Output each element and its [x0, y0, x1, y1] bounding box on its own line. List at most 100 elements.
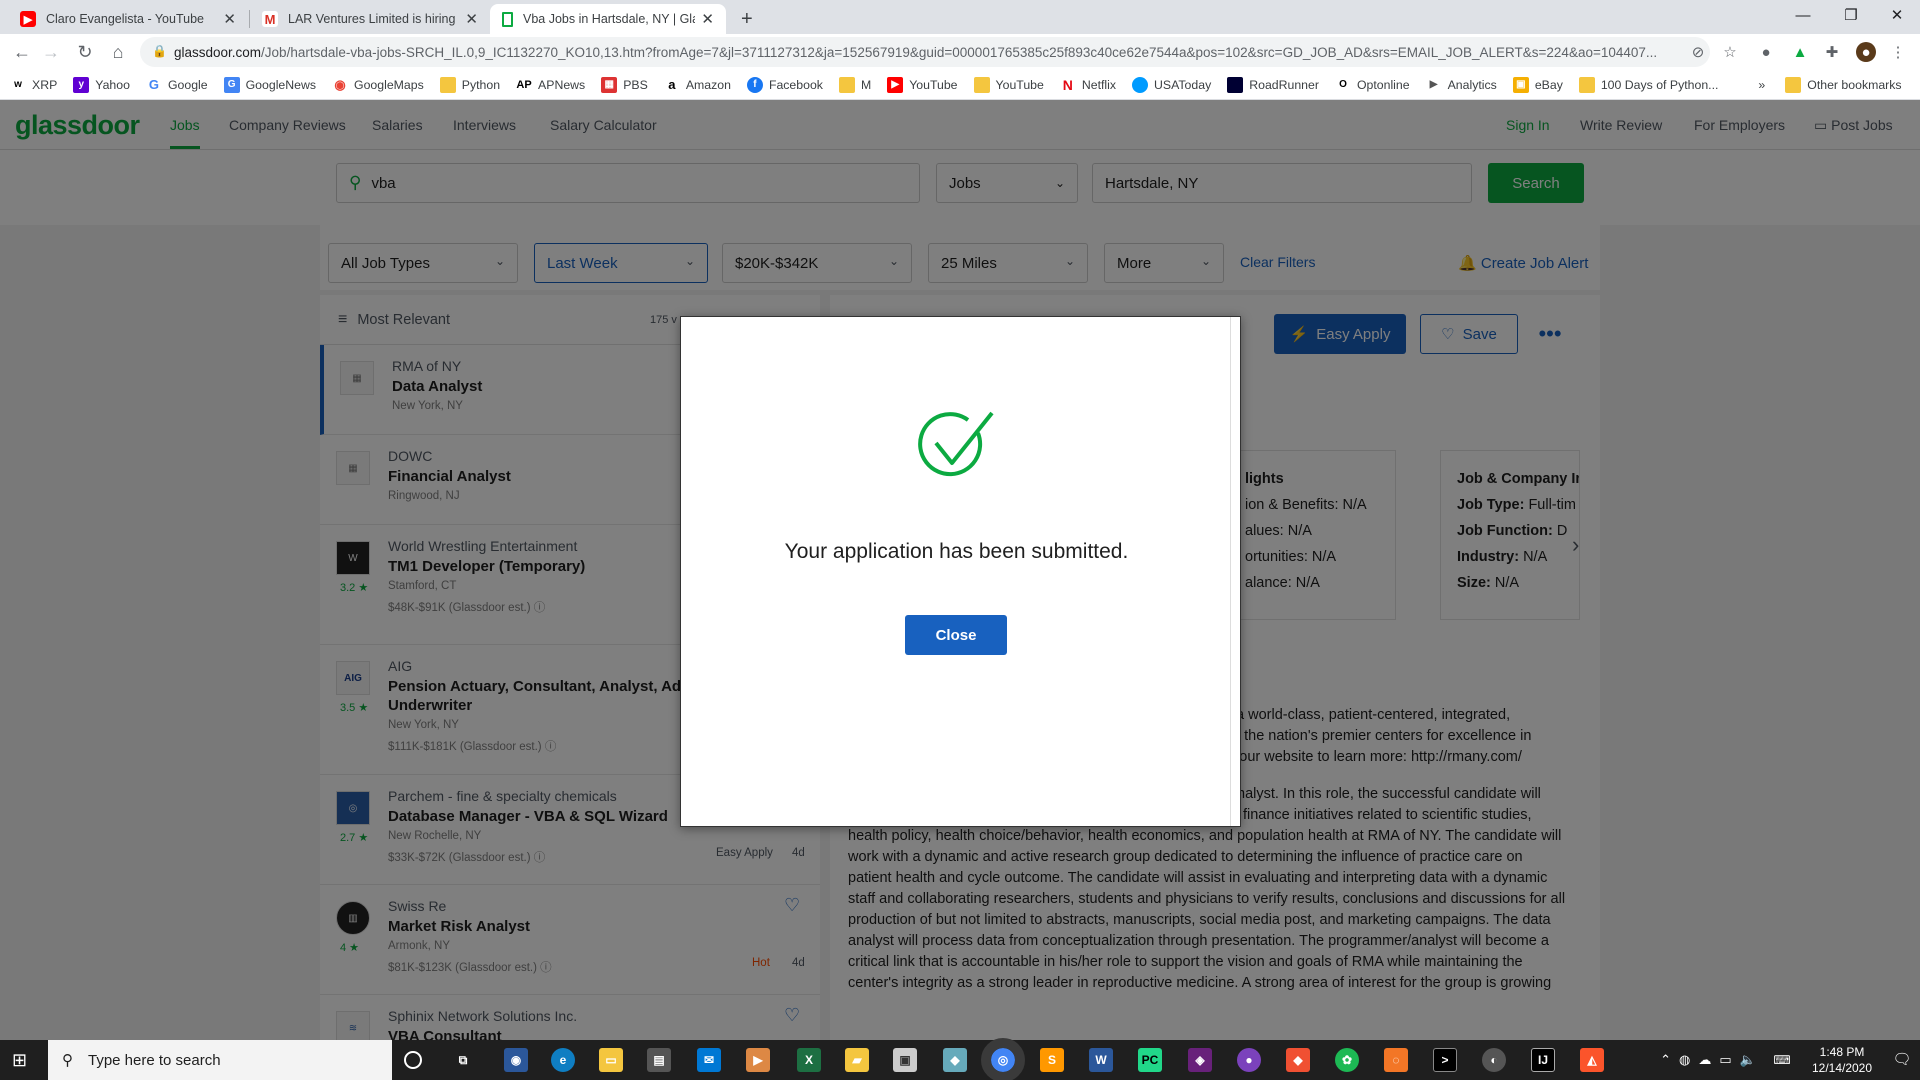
cortana-icon[interactable] [404, 1051, 422, 1069]
app-icon[interactable]: ✿ [1335, 1048, 1359, 1072]
bookmark-xrp[interactable]: w XRP [10, 77, 57, 93]
folder-icon [439, 76, 456, 93]
bookmarks-overflow[interactable]: » [1758, 78, 1765, 92]
bookmark-optonline[interactable]: O Optonline [1335, 77, 1410, 93]
notifications-icon[interactable]: 🗨 [1884, 1040, 1920, 1080]
sticky-notes-icon[interactable]: ▰ [845, 1048, 869, 1072]
chrome-icon[interactable]: ◎ [981, 1038, 1025, 1080]
glassdoor-icon [502, 11, 513, 27]
terminal-icon[interactable]: > [1433, 1048, 1457, 1072]
edge-icon[interactable]: e [551, 1048, 575, 1072]
profile-avatar[interactable]: ● [1856, 42, 1876, 62]
app-icon[interactable]: ▣ [893, 1048, 917, 1072]
folder-icon [973, 76, 990, 93]
app-icon[interactable]: ◆ [943, 1048, 967, 1072]
url-domain: glassdoor.com [174, 44, 262, 60]
git-icon[interactable]: ◆ [1286, 1048, 1310, 1072]
bookmark-100days[interactable]: 100 Days of Python... [1578, 76, 1718, 93]
puzzle-icon[interactable]: ✚ [1822, 42, 1842, 62]
bookmark-netflix[interactable]: N Netflix [1060, 77, 1116, 93]
app-icon[interactable]: ● [1237, 1048, 1261, 1072]
menu-icon[interactable]: ⋮ [1888, 42, 1908, 62]
tab-title: LAR Ventures Limited is hiring in [288, 12, 460, 26]
taskbar-search-input[interactable]: ⚲ Type here to search [48, 1040, 392, 1080]
store-icon[interactable]: ▤ [647, 1048, 671, 1072]
folder-icon [1578, 76, 1595, 93]
folder-icon [1785, 76, 1802, 93]
bookmark-roadrunner[interactable]: RoadRunner [1227, 76, 1319, 93]
youtube-icon: ▶ [20, 11, 36, 27]
tab-title: Vba Jobs in Hartsdale, NY | Glass [523, 12, 696, 26]
bookmark-googlemaps[interactable]: ◉ GoogleMaps [332, 77, 423, 93]
bookmark-other[interactable]: Other bookmarks [1785, 76, 1902, 93]
close-tab-icon[interactable]: ✕ [223, 10, 236, 28]
bookmark-amazon[interactable]: a Amazon [664, 77, 731, 93]
cloud-icon: ☁ [1698, 1052, 1712, 1067]
bookmark-analytics[interactable]: ▶ Analytics [1426, 77, 1497, 93]
minimize-icon[interactable]: — [1780, 0, 1826, 30]
browser-toolbar: ← → ↻ ⌂ 🔒 glassdoor.com/Job/hartsdale-vb… [0, 34, 1920, 70]
windows-start-icon[interactable]: ⊞ [12, 1050, 27, 1071]
extension-icon[interactable]: ▲ [1790, 42, 1810, 62]
bookmark-pbs[interactable]: ▦ PBS [601, 76, 648, 93]
sublime-icon[interactable]: S [1040, 1048, 1064, 1072]
address-bar[interactable]: 🔒 glassdoor.com/Job/hartsdale-vba-jobs-S… [140, 37, 1710, 67]
excel-icon[interactable]: X [797, 1048, 821, 1072]
clock[interactable]: 1:48 PM 12/14/2020 [1800, 1040, 1884, 1080]
visual-studio-icon[interactable]: ◈ [1188, 1048, 1212, 1072]
bookmark-youtube[interactable]: ▶ YouTube [887, 76, 958, 93]
windows-taskbar: ⊞ ⚲ Type here to search ⧉ ◉ e ▭ ▤ ✉ ▶ X ▰… [0, 1038, 1920, 1080]
intellij-icon[interactable]: IJ [1531, 1048, 1555, 1072]
media-icon[interactable]: ▶ [746, 1048, 770, 1072]
bookmarks-bar: w XRP y Yahoo G Google G GoogleNews ◉ GoogleM… [0, 70, 1920, 100]
word-icon[interactable]: W [1089, 1048, 1113, 1072]
tab-glassdoor[interactable]: Vba Jobs in Hartsdale, NY | Glass ✕ [490, 4, 726, 34]
restore-icon[interactable]: ❐ [1828, 0, 1874, 30]
tab-youtube[interactable]: ▶ Claro Evangelista - YouTube ✕ [8, 4, 248, 34]
back-icon[interactable]: ← [8, 39, 36, 65]
bookmark-youtube-folder[interactable]: YouTube [973, 76, 1044, 93]
bookmark-usatoday[interactable]: USAToday [1132, 76, 1211, 93]
jupyter-icon[interactable]: ◌ [1384, 1048, 1408, 1072]
gmail-icon: M [262, 11, 278, 27]
tab-gmail[interactable]: M LAR Ventures Limited is hiring in ✕ [250, 4, 490, 34]
close-tab-icon[interactable]: ✕ [701, 10, 714, 28]
reload-icon[interactable]: ↻ [71, 39, 99, 65]
lock-icon: 🔒 [152, 44, 167, 58]
application-submitted-dialog: Your application has been submitted. Clo… [680, 316, 1241, 827]
bookmark-google[interactable]: G Google [146, 77, 208, 93]
url-path: /Job/hartsdale-vba-jobs-SRCH_IL.0,9_IC11… [261, 44, 1658, 60]
dialog-scrollbar[interactable] [1230, 317, 1240, 826]
brave-icon[interactable]: ◭ [1580, 1048, 1604, 1072]
home-icon[interactable]: ⌂ [104, 39, 132, 65]
app-icon[interactable]: ◐ [1482, 1048, 1506, 1072]
bookmark-googlenews[interactable]: G GoogleNews [223, 76, 316, 93]
task-view-icon[interactable]: ⧉ [451, 1048, 475, 1072]
system-tray[interactable]: ⌃ ◍ ☁ ▭ 🔈 [1648, 1040, 1768, 1080]
bookmark-star-icon[interactable]: ☆ [1720, 42, 1740, 62]
bookmark-apnews[interactable]: AP APNews [516, 77, 585, 93]
close-tab-icon[interactable]: ✕ [465, 10, 478, 28]
search-icon: ⚲ [62, 1052, 73, 1069]
bookmark-python[interactable]: Python [439, 76, 500, 93]
forward-icon[interactable]: → [37, 39, 65, 65]
volume-icon: 🔈 [1739, 1052, 1756, 1067]
tracking-icon[interactable]: ⊘ [1688, 42, 1708, 62]
confirmation-message: Your application has been submitted. [784, 540, 1129, 563]
pycharm-icon[interactable]: PC [1138, 1048, 1162, 1072]
app-tray-icon: ◍ [1679, 1052, 1691, 1067]
app-icon[interactable]: ◉ [504, 1048, 528, 1072]
new-tab-button[interactable]: + [735, 4, 765, 34]
bookmark-yahoo[interactable]: y Yahoo [73, 76, 130, 93]
bookmark-facebook[interactable]: f Facebook [746, 76, 823, 93]
extension-icon[interactable]: ● [1756, 42, 1776, 62]
window-close-icon[interactable]: ✕ [1874, 0, 1920, 30]
file-explorer-icon[interactable]: ▭ [599, 1048, 623, 1072]
close-button[interactable]: Close [905, 615, 1007, 655]
browser-tab-bar: ▶ Claro Evangelista - YouTube ✕ M LAR Ve… [0, 0, 1920, 34]
bookmark-m[interactable]: M [838, 76, 871, 93]
folder-icon [838, 76, 855, 93]
bookmark-ebay[interactable]: ▣ eBay [1512, 76, 1563, 93]
mail-icon[interactable]: ✉ [697, 1048, 721, 1072]
keyboard-icon[interactable]: ⌨ [1770, 1040, 1794, 1080]
